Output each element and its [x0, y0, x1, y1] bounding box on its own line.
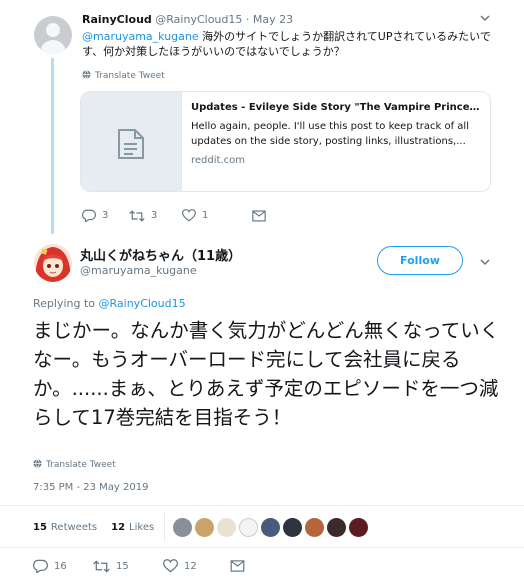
- retweets-stat[interactable]: 15 Retweets: [33, 522, 97, 533]
- like-button[interactable]: 12: [163, 559, 230, 573]
- likes-stat-count: 12: [111, 521, 126, 533]
- like-icon: [182, 209, 196, 222]
- avatar[interactable]: [217, 517, 237, 537]
- avatar[interactable]: [239, 517, 259, 537]
- avatar[interactable]: [195, 517, 215, 537]
- retweet-count: 15: [116, 560, 129, 572]
- globe-icon: [33, 459, 42, 471]
- avatar[interactable]: [327, 517, 347, 537]
- retweet-count: 3: [151, 210, 158, 221]
- reply-icon: [33, 559, 48, 573]
- avatar[interactable]: [283, 517, 303, 537]
- tweet-text: @maruyama_kugane 海外のサイトでしょうか翻訳されてUPされている…: [82, 29, 498, 59]
- reply-count: 16: [54, 560, 67, 572]
- author-handle[interactable]: @RainyCloud15: [155, 13, 242, 26]
- tweet-timestamp[interactable]: 7:35 PM - 23 May 2019: [33, 482, 148, 493]
- likes-stat[interactable]: 12 Likes: [111, 522, 154, 533]
- mention-link[interactable]: @maruyama_kugane: [82, 30, 199, 43]
- translate-tweet-link[interactable]: Translate Tweet: [33, 459, 116, 471]
- card-description: Hello again, people. I'll use this post …: [191, 121, 469, 147]
- liker-avatars: [173, 517, 369, 537]
- reply-tweet: RainyCloud @RainyCloud15 · May 23 @maruy…: [0, 0, 524, 234]
- translate-label: Translate Tweet: [46, 460, 116, 470]
- replying-prefix: Replying to: [33, 297, 99, 310]
- likes-stat-label: Likes: [129, 521, 155, 533]
- like-count: 12: [184, 560, 197, 572]
- direct-message-button[interactable]: [230, 560, 245, 572]
- retweet-button[interactable]: 3: [129, 209, 182, 222]
- tweet-stats: 15 Retweets 12 Likes: [33, 512, 369, 542]
- reply-count: 3: [102, 210, 109, 221]
- globe-icon: [82, 70, 91, 82]
- retweet-icon: [129, 209, 145, 222]
- author-name[interactable]: RainyCloud: [82, 13, 152, 26]
- replying-to: Replying to @RainyCloud15: [33, 297, 186, 310]
- follow-button[interactable]: Follow: [377, 246, 463, 275]
- chevron-down-icon[interactable]: [480, 14, 490, 25]
- avatar[interactable]: [349, 517, 369, 537]
- divider: [0, 505, 524, 506]
- document-icon: [118, 129, 144, 159]
- avatar[interactable]: [34, 244, 72, 282]
- retweet-button[interactable]: 15: [93, 559, 163, 573]
- avatar[interactable]: [173, 517, 193, 537]
- like-count: 1: [202, 210, 209, 221]
- direct-message-button[interactable]: [252, 209, 266, 222]
- reply-button[interactable]: 3: [82, 209, 129, 222]
- tweet-text: まじかー。なんか書く気力がどんどん無くなっていくなー。もうオーバーロード完にして…: [33, 319, 500, 429]
- separator-dot: ·: [245, 13, 250, 26]
- link-card[interactable]: Updates - Evileye Side Story "The Vampir…: [80, 91, 491, 192]
- card-domain: reddit.com: [191, 155, 245, 166]
- translate-label: Translate Tweet: [95, 71, 165, 81]
- message-icon: [230, 560, 245, 572]
- reply-button[interactable]: 16: [33, 559, 93, 573]
- author-name[interactable]: 丸山くがねちゃん（11歳）: [80, 245, 241, 264]
- reply-tweet-actions: 3 3 1: [82, 209, 266, 222]
- tweet-header: RainyCloud @RainyCloud15 · May 23: [82, 13, 293, 26]
- chevron-down-icon[interactable]: [480, 258, 490, 269]
- avatar[interactable]: [261, 517, 281, 537]
- card-thumbnail: [81, 92, 182, 191]
- retweet-icon: [93, 559, 110, 573]
- replying-to-link[interactable]: @RainyCloud15: [99, 297, 186, 310]
- stats-divider: [164, 512, 166, 542]
- avatar[interactable]: [305, 517, 325, 537]
- retweets-stat-label: Retweets: [50, 521, 98, 533]
- retweets-stat-count: 15: [33, 521, 47, 533]
- author-handle[interactable]: @maruyama_kugane: [80, 264, 197, 277]
- card-title: Updates - Evileye Side Story "The Vampir…: [191, 102, 485, 113]
- like-button[interactable]: 1: [182, 209, 252, 222]
- like-icon: [163, 559, 178, 573]
- main-tweet-actions: 16 15 12: [33, 559, 245, 573]
- avatar[interactable]: [34, 16, 72, 54]
- message-icon: [252, 209, 266, 222]
- divider: [0, 547, 524, 548]
- thread-line: [51, 58, 54, 234]
- tweet-date[interactable]: May 23: [253, 13, 293, 26]
- reply-icon: [82, 209, 96, 222]
- translate-tweet-link[interactable]: Translate Tweet: [82, 70, 165, 82]
